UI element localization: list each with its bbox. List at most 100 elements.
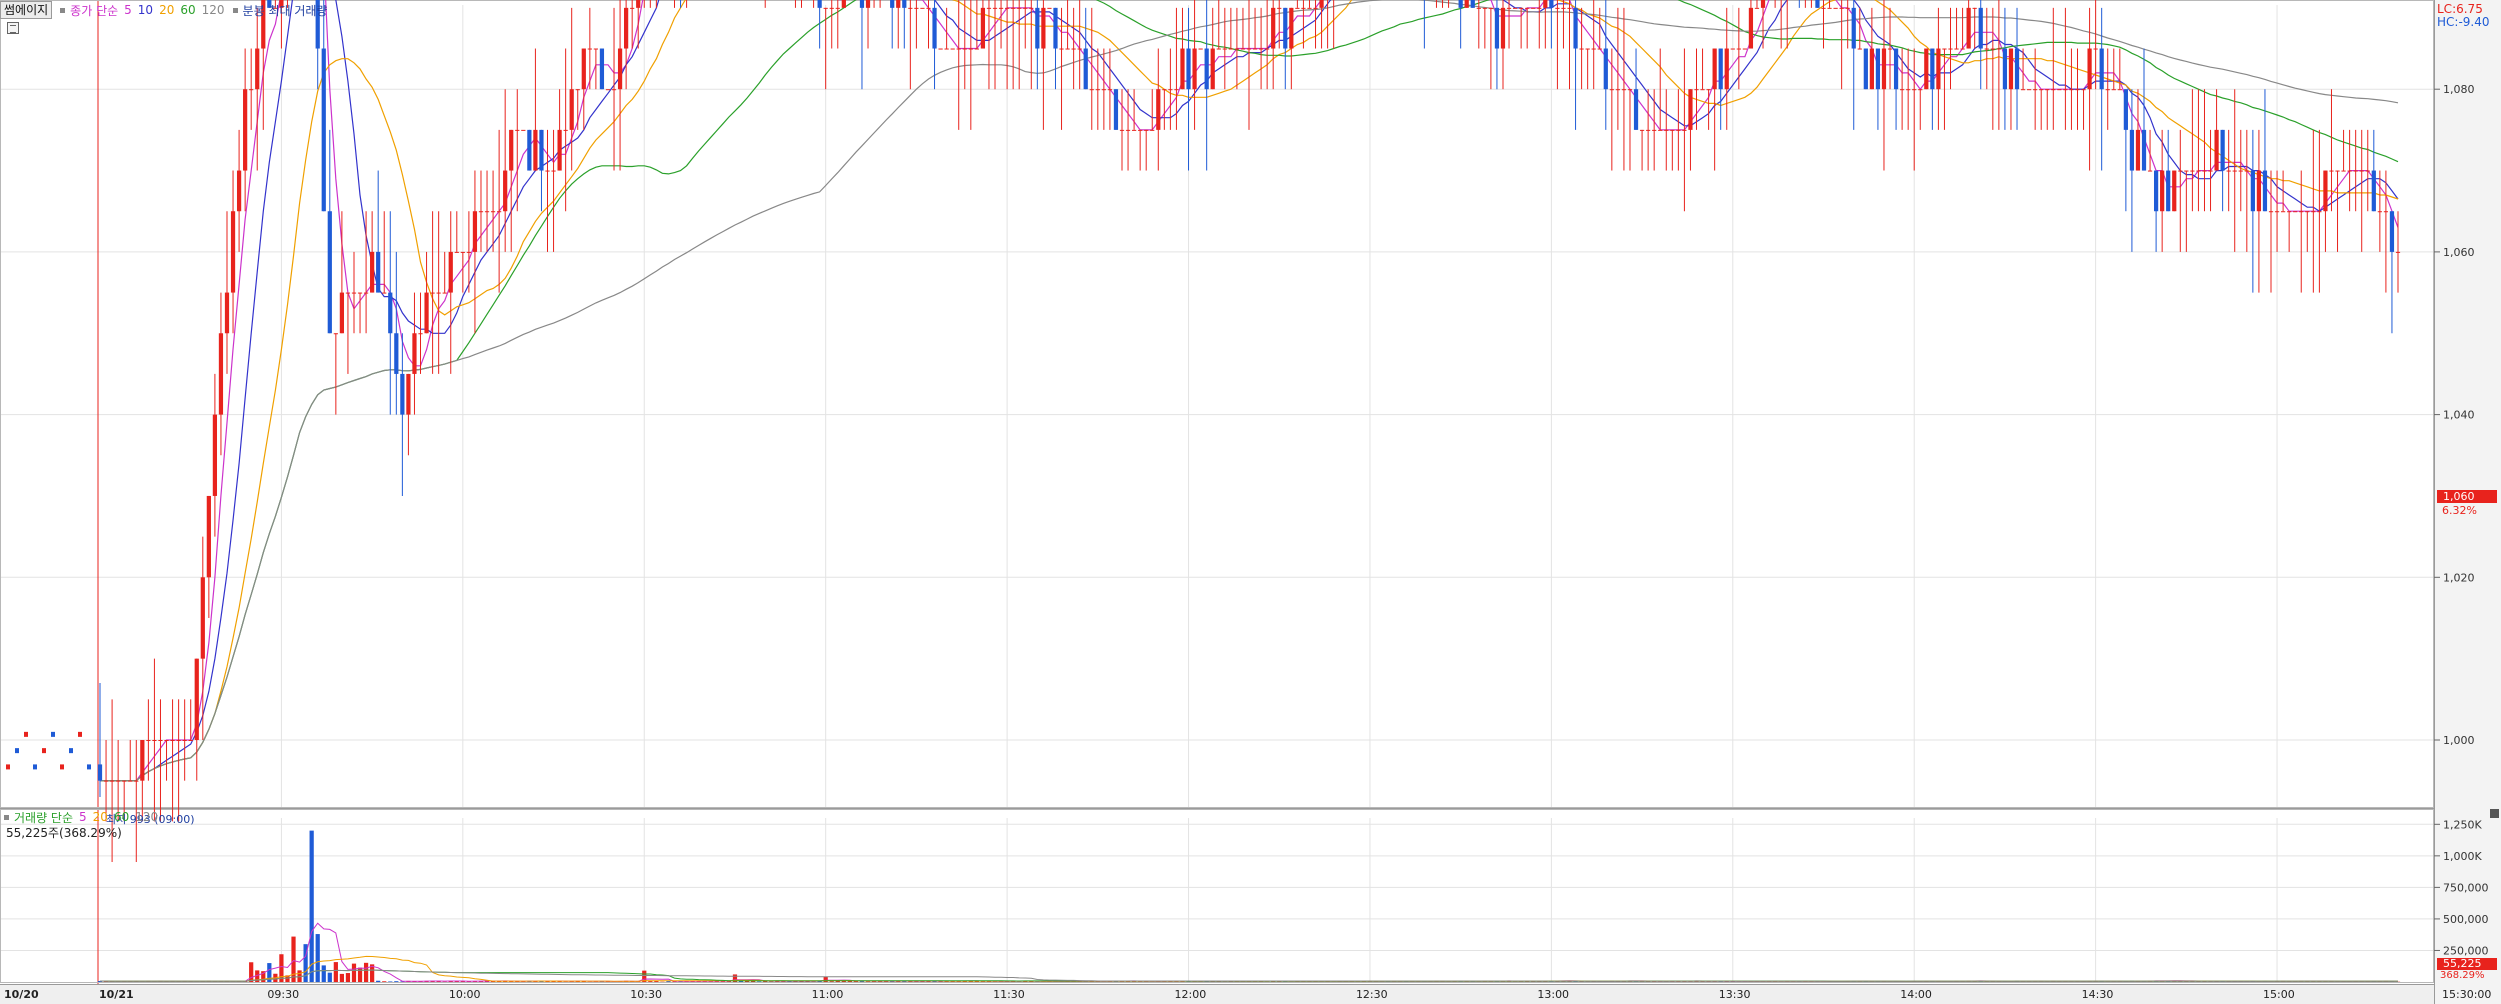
- candle-body: [563, 129, 568, 131]
- candle-body: [1815, 0, 1820, 8]
- candle-body: [1555, 7, 1560, 9]
- candle-body: [1289, 7, 1294, 49]
- candle-body: [1633, 89, 1639, 130]
- candle-body: [1996, 48, 2001, 50]
- candle-body: [2232, 170, 2237, 172]
- candle-body: [2196, 170, 2201, 172]
- candle-body: [2299, 211, 2304, 213]
- candle-body: [164, 740, 169, 741]
- vol-ma120-legend[interactable]: 120: [135, 810, 158, 824]
- candle-body: [2026, 89, 2032, 91]
- candle-body: [1313, 7, 1318, 9]
- time-axis-label: 13:30: [1719, 988, 1751, 1001]
- last-price-tag: 1,060: [2437, 490, 2497, 503]
- candle-body: [1125, 129, 1131, 131]
- candle-body: [1156, 89, 1161, 130]
- candle-body: [944, 48, 949, 50]
- candle-body: [575, 89, 580, 91]
- candle-body: [2395, 251, 2401, 253]
- candle-body: [956, 48, 961, 50]
- candle-body: [51, 731, 55, 737]
- candle-body: [998, 7, 1004, 9]
- legend-bullet-icon: [60, 7, 66, 13]
- table-view-icon[interactable]: [7, 22, 19, 34]
- candle-body: [1561, 7, 1566, 9]
- candle-body: [992, 7, 998, 9]
- page-select-button[interactable]: 썸에이지: [0, 1, 53, 19]
- candle-body: [484, 211, 490, 213]
- candle-body: [1119, 129, 1125, 131]
- candle-body: [1023, 7, 1028, 9]
- candle-body: [33, 764, 37, 770]
- candle-body: [1730, 48, 1735, 50]
- candle-body: [1488, 7, 1494, 9]
- candle-body: [182, 740, 187, 741]
- panel-collapse-button[interactable]: [2490, 809, 2499, 818]
- ma5-legend[interactable]: 5: [124, 3, 132, 17]
- candle-body: [2202, 170, 2207, 172]
- candle-body: [15, 748, 19, 754]
- candle-body: [1041, 7, 1046, 49]
- candle-body: [1083, 48, 1088, 90]
- candle-body: [896, 0, 901, 8]
- volume-bar: [382, 981, 387, 982]
- candle-body: [1192, 48, 1197, 90]
- vol-ma60-legend[interactable]: 60: [114, 810, 129, 824]
- candle-body: [1724, 48, 1729, 90]
- max-volume-legend[interactable]: 분봉 최대 거래량: [243, 2, 328, 19]
- stock-chart-svg[interactable]: 1,1601,1401,1201,1001,0801,0601,0401,020…: [0, 0, 2501, 1004]
- candle-body: [206, 495, 211, 578]
- time-axis-label: 10/20: [4, 988, 39, 1001]
- candle-body: [539, 129, 544, 171]
- candle-body: [236, 170, 242, 212]
- candle-body: [1500, 7, 1506, 49]
- candle-body: [2293, 211, 2298, 213]
- price-tick-label: 1,080: [2443, 83, 2475, 96]
- candle-body: [1271, 7, 1276, 49]
- candle-body: [176, 740, 181, 741]
- volume-bar: [345, 973, 351, 982]
- candle-body: [533, 129, 538, 171]
- price-panel-legend: 썸에이지 종가 단순 5 10 20 60 120 분봉 최대 거래량: [0, 0, 333, 20]
- candle-body: [2051, 89, 2056, 91]
- candle-body: [835, 7, 840, 9]
- candle-body: [1017, 7, 1022, 9]
- candle-body: [430, 292, 435, 294]
- last-volume-tag: 55,225: [2437, 958, 2497, 970]
- volume-legend-label[interactable]: 거래량 단순: [14, 809, 73, 826]
- ma120-legend[interactable]: 120: [202, 3, 225, 17]
- candle-body: [932, 7, 937, 49]
- candle-body: [2226, 170, 2231, 172]
- candle-body: [194, 658, 199, 740]
- candle-body: [1283, 7, 1288, 49]
- candle-body: [1107, 89, 1113, 91]
- candle-body: [1833, 7, 1838, 9]
- candle-body: [1652, 129, 1657, 131]
- time-axis-label: 10:00: [449, 988, 481, 1001]
- candle-body: [2250, 170, 2255, 212]
- candle-body: [363, 292, 369, 294]
- ma60-legend[interactable]: 60: [180, 3, 195, 17]
- candle-body: [902, 0, 907, 8]
- candle-body: [1234, 48, 1240, 50]
- volume-bar: [363, 962, 369, 982]
- candle-body: [2141, 129, 2147, 171]
- candle-body: [478, 211, 484, 213]
- vol-ma20-legend[interactable]: 20: [93, 810, 108, 824]
- candle-body: [630, 7, 635, 9]
- candle-body: [1210, 48, 1215, 90]
- candle-body: [2238, 170, 2243, 172]
- candle-body: [1506, 7, 1512, 9]
- candle-body: [2244, 170, 2249, 172]
- candle-body: [636, 0, 641, 8]
- candle-body: [188, 740, 193, 741]
- price-tick-label: 1,020: [2443, 571, 2475, 584]
- candle-body: [1567, 7, 1572, 9]
- ma10-legend[interactable]: 10: [138, 3, 153, 17]
- candle-body: [1246, 48, 1252, 50]
- candle-body: [1319, 0, 1324, 8]
- vol-ma5-legend[interactable]: 5: [79, 810, 87, 824]
- candle-body: [1845, 7, 1850, 9]
- ma-legend-label[interactable]: 종가 단순: [70, 2, 118, 19]
- ma20-legend[interactable]: 20: [159, 3, 174, 17]
